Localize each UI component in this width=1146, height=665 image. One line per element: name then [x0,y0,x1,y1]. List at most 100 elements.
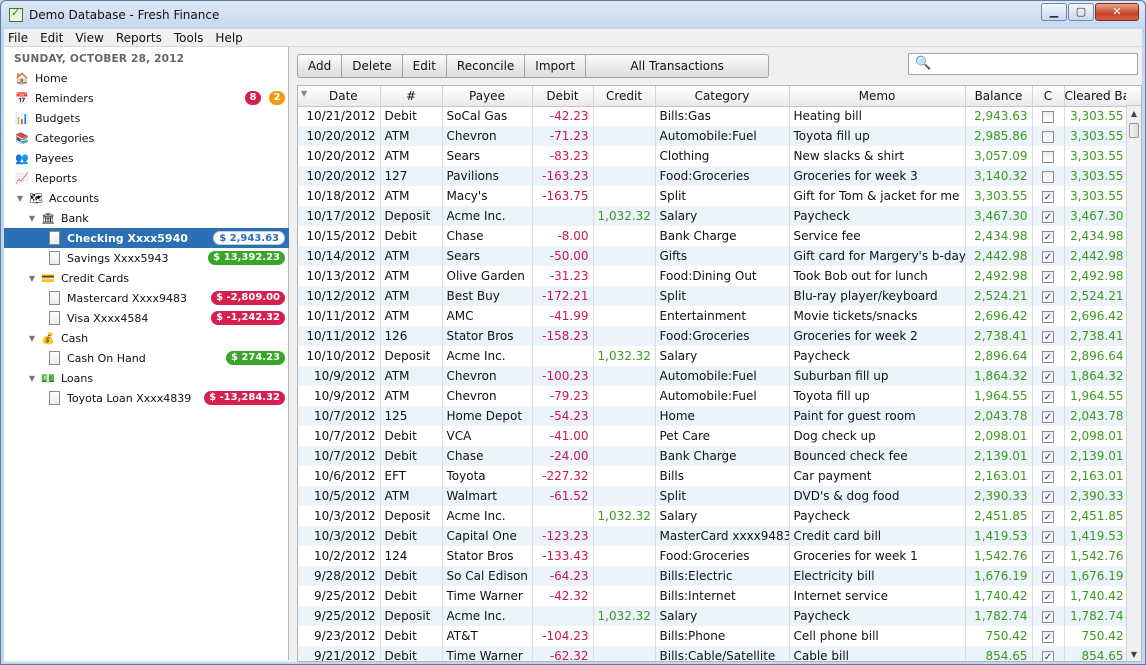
column-header-cleared-flag[interactable]: C [1032,86,1065,107]
table-row[interactable]: 10/11/2012 ATM AMC -41.99 Entertainment Movie… [298,306,1129,326]
transaction-filter-button[interactable]: All Transactions [585,54,770,78]
column-header-credit[interactable]: Credit [593,86,656,107]
menu-view[interactable]: View [75,31,103,45]
cleared-checkbox[interactable]: ✓ [1042,370,1054,383]
table-row[interactable]: 10/9/2012 ATM Chevron -79.23 Automobile:Fuel… [298,386,1129,406]
account-group-loans[interactable]: ▼ 💵 Loans [4,368,289,388]
cleared-checkbox[interactable]: ✓ [1042,310,1054,323]
cleared-checkbox[interactable]: ✓ [1042,430,1054,443]
sidebar-item-categories[interactable]: 📚 Categories [4,128,289,148]
table-row[interactable]: 10/20/2012 ATM Sears -83.23 Clothing New slac… [298,146,1129,166]
sidebar-item-payees[interactable]: 👥 Payees [4,148,289,168]
scroll-down-arrow-icon[interactable]: ▼ [1127,647,1141,661]
cleared-checkbox[interactable]: ✓ [1042,630,1054,643]
table-row[interactable]: 10/7/2012 125 Home Depot -54.23 Home Paint fo… [298,406,1129,426]
table-row[interactable]: 10/13/2012 ATM Olive Garden -31.23 Food:Dini… [298,266,1129,286]
account-item-cash-on-hand[interactable]: Cash On Hand $ 274.23 [4,348,289,368]
table-row[interactable]: 9/28/2012 Debit So Cal Edison -64.23 Bills:E… [298,566,1129,586]
table-row[interactable]: 10/10/2012 Deposit Acme Inc. 1,032.32 Salary… [298,346,1129,366]
cleared-checkbox[interactable]: ✓ [1042,490,1054,503]
cleared-checkbox[interactable]: ✓ [1042,210,1054,223]
minimize-button[interactable]: ▁ [1041,3,1067,21]
menu-help[interactable]: Help [215,31,242,45]
cleared-checkbox[interactable]: ✓ [1042,190,1054,203]
expand-triangle-icon[interactable]: ▼ [26,334,38,343]
menu-edit[interactable]: Edit [40,31,63,45]
cleared-checkbox[interactable]: ✓ [1042,610,1054,623]
cleared-checkbox[interactable]: ✓ [1042,530,1054,543]
table-row[interactable]: 10/2/2012 124 Stator Bros -133.43 Food:Groce… [298,546,1129,566]
cleared-checkbox[interactable] [1042,110,1054,123]
account-group-credit-cards[interactable]: ▼ 💳 Credit Cards [4,268,289,288]
scroll-up-arrow-icon[interactable]: ▲ [1127,106,1141,122]
cleared-checkbox[interactable]: ✓ [1042,650,1054,661]
cleared-checkbox[interactable]: ✓ [1042,270,1054,283]
sidebar-item-reports[interactable]: 📈 Reports [4,168,289,188]
menu-reports[interactable]: Reports [116,31,162,45]
table-row[interactable]: 10/3/2012 Debit Capital One -123.23 MasterCa… [298,526,1129,546]
delete-button[interactable]: Delete [341,54,403,78]
column-header-number[interactable]: # [380,86,443,107]
cleared-checkbox[interactable]: ✓ [1042,470,1054,483]
expand-triangle-icon[interactable]: ▼ [26,274,38,283]
table-row[interactable]: 9/25/2012 Debit Time Warner -42.32 Bills:Int… [298,586,1129,606]
sidebar-item-budgets[interactable]: 📊 Budgets [4,108,289,128]
table-row[interactable]: 10/12/2012 ATM Best Buy -172.21 Split Blu-ray… [298,286,1129,306]
table-row[interactable]: 10/7/2012 Debit Chase -24.00 Bank Charge Boun… [298,446,1129,466]
table-row[interactable]: 10/6/2012 EFT Toyota -227.32 Bills Car paymen… [298,466,1129,486]
cleared-checkbox[interactable]: ✓ [1042,410,1054,423]
add-button[interactable]: Add [297,54,343,78]
account-item-savings[interactable]: Savings Xxxx5943 $ 13,392.23 [4,248,289,268]
cleared-checkbox[interactable] [1042,130,1054,143]
account-group-cash[interactable]: ▼ 💰 Cash [4,328,289,348]
search-input[interactable] [931,55,1131,73]
expand-triangle-icon[interactable]: ▼ [26,214,38,223]
cleared-checkbox[interactable]: ✓ [1042,590,1054,603]
column-header-balance[interactable]: Balance [965,86,1033,107]
table-row[interactable]: 10/18/2012 ATM Macy's -163.75 Split Gift for … [298,186,1129,206]
table-row[interactable]: 9/21/2012 Debit Time Warner -62.32 Bills:Cab… [298,646,1129,661]
cleared-checkbox[interactable] [1042,170,1054,183]
table-row[interactable]: 10/20/2012 127 Pavilions -163.23 Food:Grocer… [298,166,1129,186]
menu-file[interactable]: File [8,31,28,45]
sidebar-item-reminders[interactable]: 📅 Reminders 8 2 [4,88,289,108]
table-row[interactable]: 10/5/2012 ATM Walmart -61.52 Split DVD's & do… [298,486,1129,506]
account-item-toyota-loan[interactable]: Toyota Loan Xxxx4839 $ -13,284.32 [4,388,289,408]
table-row[interactable]: 9/23/2012 Debit AT&T -104.23 Bills:Phone Cell… [298,626,1129,646]
column-header-debit[interactable]: Debit [532,86,594,107]
maximize-button[interactable]: ▢ [1068,3,1094,21]
cleared-checkbox[interactable]: ✓ [1042,570,1054,583]
table-row[interactable]: 9/25/2012 Deposit Acme Inc. 1,032.32 Salary P… [298,606,1129,626]
account-group-bank[interactable]: ▼ 🏛 Bank [4,208,289,228]
import-button[interactable]: Import [524,54,587,78]
cleared-checkbox[interactable]: ✓ [1042,390,1054,403]
cleared-checkbox[interactable]: ✓ [1042,290,1054,303]
reconcile-button[interactable]: Reconcile [445,54,526,78]
cleared-checkbox[interactable]: ✓ [1042,450,1054,463]
account-item-visa[interactable]: Visa Xxxx4584 $ -1,242.32 [4,308,289,328]
table-row[interactable]: 10/3/2012 Deposit Acme Inc. 1,032.32 Salary P… [298,506,1129,526]
cleared-checkbox[interactable]: ✓ [1042,330,1054,343]
table-row[interactable]: 10/21/2012 Debit SoCal Gas -42.23 Bills:Gas H… [298,106,1129,126]
cleared-checkbox[interactable]: ✓ [1042,230,1054,243]
cleared-checkbox[interactable]: ✓ [1042,250,1054,263]
table-row[interactable]: 10/7/2012 Debit VCA -41.00 Pet Care Dog check… [298,426,1129,446]
sidebar-item-accounts[interactable]: ▼ 🗺 Accounts [4,188,289,208]
cleared-checkbox[interactable] [1042,150,1054,163]
expand-triangle-icon[interactable]: ▼ [26,374,38,383]
table-row[interactable]: 10/17/2012 Deposit Acme Inc. 1,032.32 Salary… [298,206,1129,226]
account-item-mastercard[interactable]: Mastercard Xxxx9483 $ -2,809.00 [4,288,289,308]
cleared-checkbox[interactable]: ✓ [1042,550,1054,563]
cleared-checkbox[interactable]: ✓ [1042,350,1054,363]
table-row[interactable]: 10/11/2012 126 Stator Bros -158.23 Food:Groc… [298,326,1129,346]
column-header-date[interactable]: ▼ Date [298,86,381,107]
column-header-memo[interactable]: Memo [789,86,966,107]
column-header-cleared-balance[interactable]: Cleared Bal [1064,86,1129,107]
sidebar-item-home[interactable]: 🏠 Home [4,68,289,88]
account-item-checking[interactable]: Checking Xxxx5940 $ 2,943.63 [4,228,289,248]
expand-triangle-icon[interactable]: ▼ [14,194,26,203]
table-row[interactable]: 10/20/2012 ATM Chevron -71.23 Automobile:Fue… [298,126,1129,146]
scrollbar-thumb[interactable] [1129,123,1139,138]
table-row[interactable]: 10/15/2012 Debit Chase -8.00 Bank Charge Serv… [298,226,1129,246]
close-button[interactable]: ✕ [1095,3,1139,21]
